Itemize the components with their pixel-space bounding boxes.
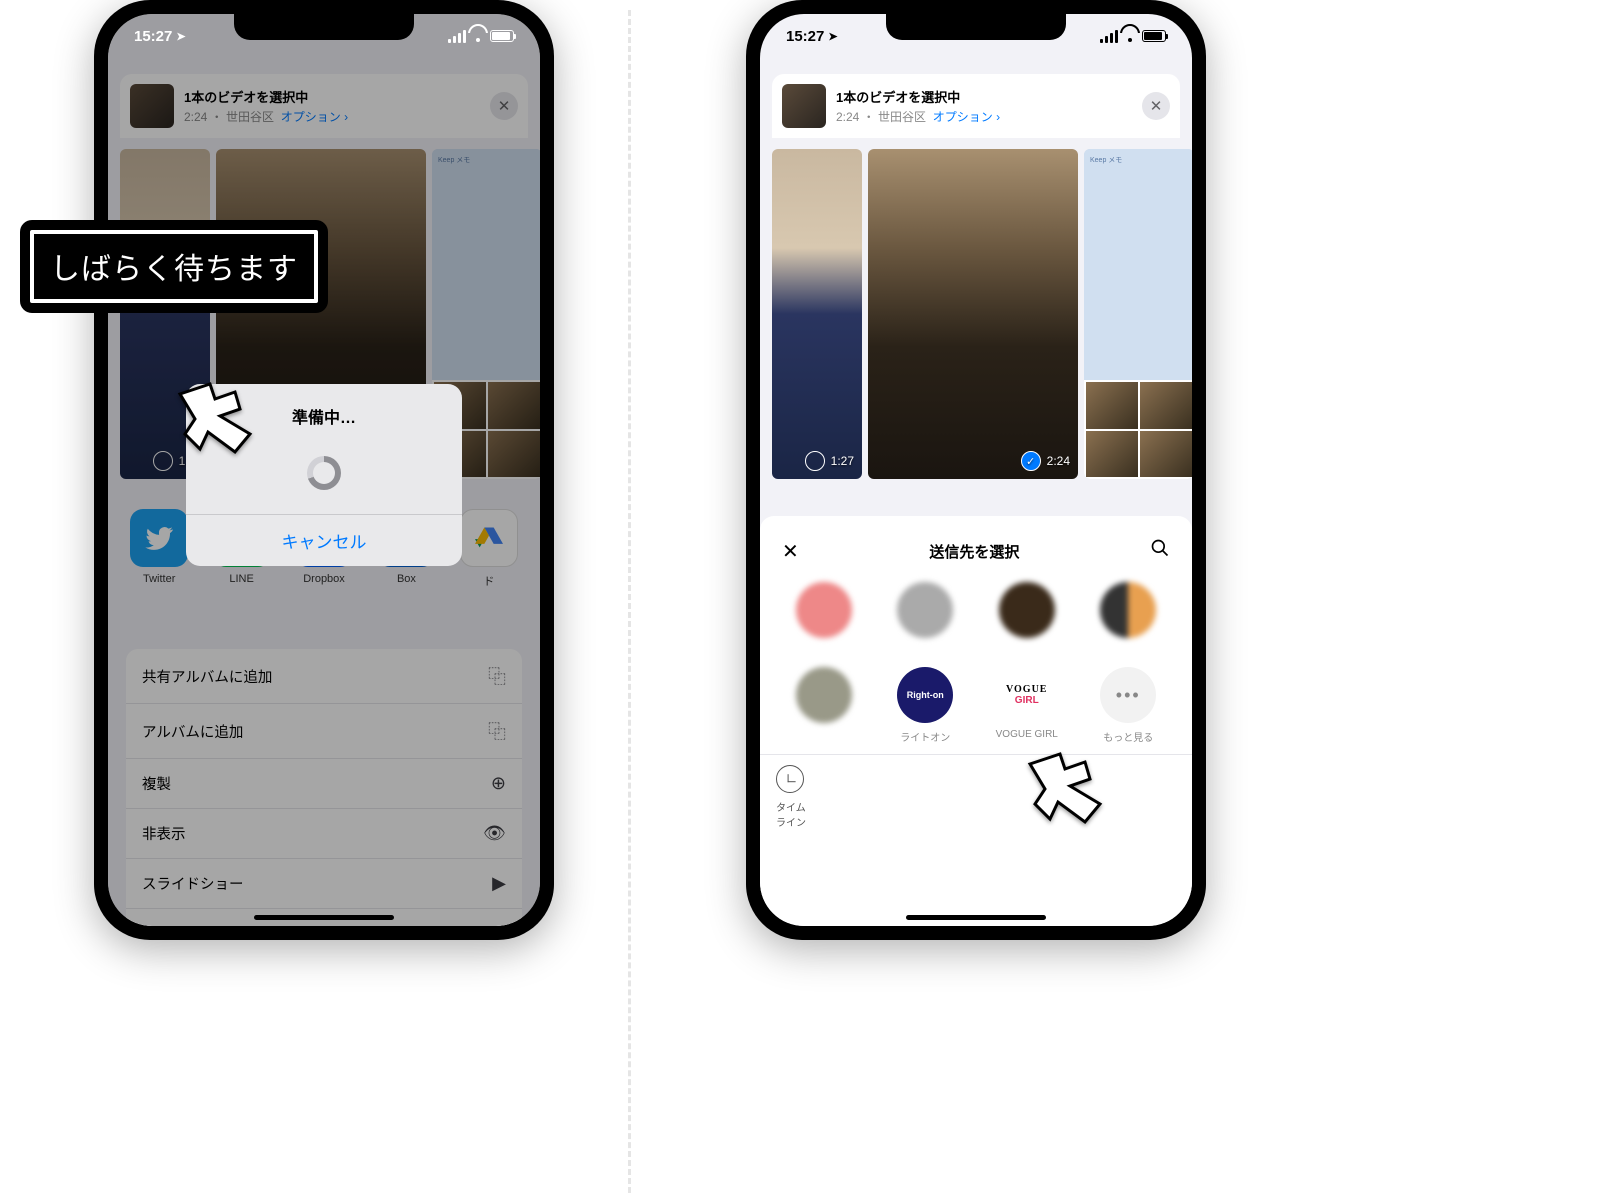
cellular-icon <box>1100 30 1118 43</box>
media-thumbnail[interactable]: Keep メモ <box>1084 149 1192 479</box>
contact-item[interactable] <box>878 582 974 659</box>
home-indicator[interactable] <box>254 915 394 920</box>
battery-icon <box>490 30 514 42</box>
share-sheet-header: 1本のビデオを選択中 2:24 ・ 世田谷区 オプション › ✕ <box>772 74 1180 138</box>
pointer-cursor-icon <box>1010 744 1110 834</box>
contact-vogue-girl[interactable]: VOGUEGIRLVOGUE GIRL <box>979 667 1075 744</box>
progress-spinner-icon <box>307 456 341 490</box>
home-indicator[interactable] <box>906 915 1046 920</box>
vertical-divider <box>628 10 631 1193</box>
checkmark-icon[interactable]: ✓ <box>1021 451 1041 471</box>
keep-memo-preview: Keep メモ <box>1084 149 1192 380</box>
selection-circle-icon[interactable] <box>805 451 825 471</box>
share-title: 1本のビデオを選択中 <box>836 87 1132 106</box>
media-preview-row[interactable]: 1:27 ✓2:24 Keep メモ <box>772 149 1180 479</box>
phone-mockup-right: 15:27 ➤ 1本のビデオを選択中 2:24 ・ 世田谷区 オプション › ✕ <box>746 0 1206 940</box>
annotation-callout: しばらく待ちます <box>20 220 328 313</box>
status-bar: 15:27 ➤ <box>760 14 1192 58</box>
location-services-icon: ➤ <box>176 30 185 43</box>
location-services-icon: ➤ <box>828 30 837 43</box>
sheet-title: 送信先を選択 <box>929 541 1019 562</box>
contacts-grid: Right-onライトオン VOGUEGIRLVOGUE GIRL •••もっと… <box>776 582 1176 744</box>
clock-icon <box>776 765 804 793</box>
contact-item[interactable] <box>776 582 872 659</box>
phone-mockup-left: 15:27 ➤ 1本のビデオを選択中 2:24 ・ 世田谷区 オプション › ✕ <box>94 0 554 940</box>
selected-video-thumbnail <box>782 84 826 128</box>
media-thumbnail-selected[interactable]: ✓2:24 <box>868 149 1078 479</box>
cellular-icon <box>448 30 466 43</box>
status-time: 15:27 <box>134 28 172 45</box>
wifi-icon <box>1122 30 1138 42</box>
divider <box>760 754 1192 755</box>
cancel-button[interactable]: キャンセル <box>186 514 462 566</box>
contact-item[interactable] <box>979 582 1075 659</box>
contact-item[interactable] <box>1081 582 1177 659</box>
contact-item[interactable] <box>776 667 872 744</box>
close-button[interactable]: ✕ <box>1142 92 1170 120</box>
battery-icon <box>1142 30 1166 42</box>
more-icon: ••• <box>1100 667 1156 723</box>
search-icon[interactable] <box>1146 534 1174 568</box>
options-link[interactable]: オプション <box>933 110 993 124</box>
contact-righton[interactable]: Right-onライトオン <box>878 667 974 744</box>
share-subtitle: 2:24 ・ 世田谷区 オプション › <box>836 108 1132 125</box>
line-send-to-sheet: ✕ 送信先を選択 Right-onライトオン VOGUEGIRLVOGUE GI… <box>760 516 1192 926</box>
status-bar: 15:27 ➤ <box>108 14 540 58</box>
status-time: 15:27 <box>786 28 824 45</box>
close-icon[interactable]: ✕ <box>778 535 803 568</box>
media-thumbnail[interactable]: 1:27 <box>772 149 862 479</box>
more-button[interactable]: •••もっと見る <box>1081 667 1177 744</box>
vogue-girl-logo: VOGUEGIRL <box>999 667 1055 723</box>
wifi-icon <box>470 30 486 42</box>
righton-logo: Right-on <box>897 667 953 723</box>
timeline-button[interactable]: タイム ライン <box>776 765 826 829</box>
pointer-cursor-icon <box>160 374 260 464</box>
chevron-right-icon: › <box>996 110 1000 124</box>
